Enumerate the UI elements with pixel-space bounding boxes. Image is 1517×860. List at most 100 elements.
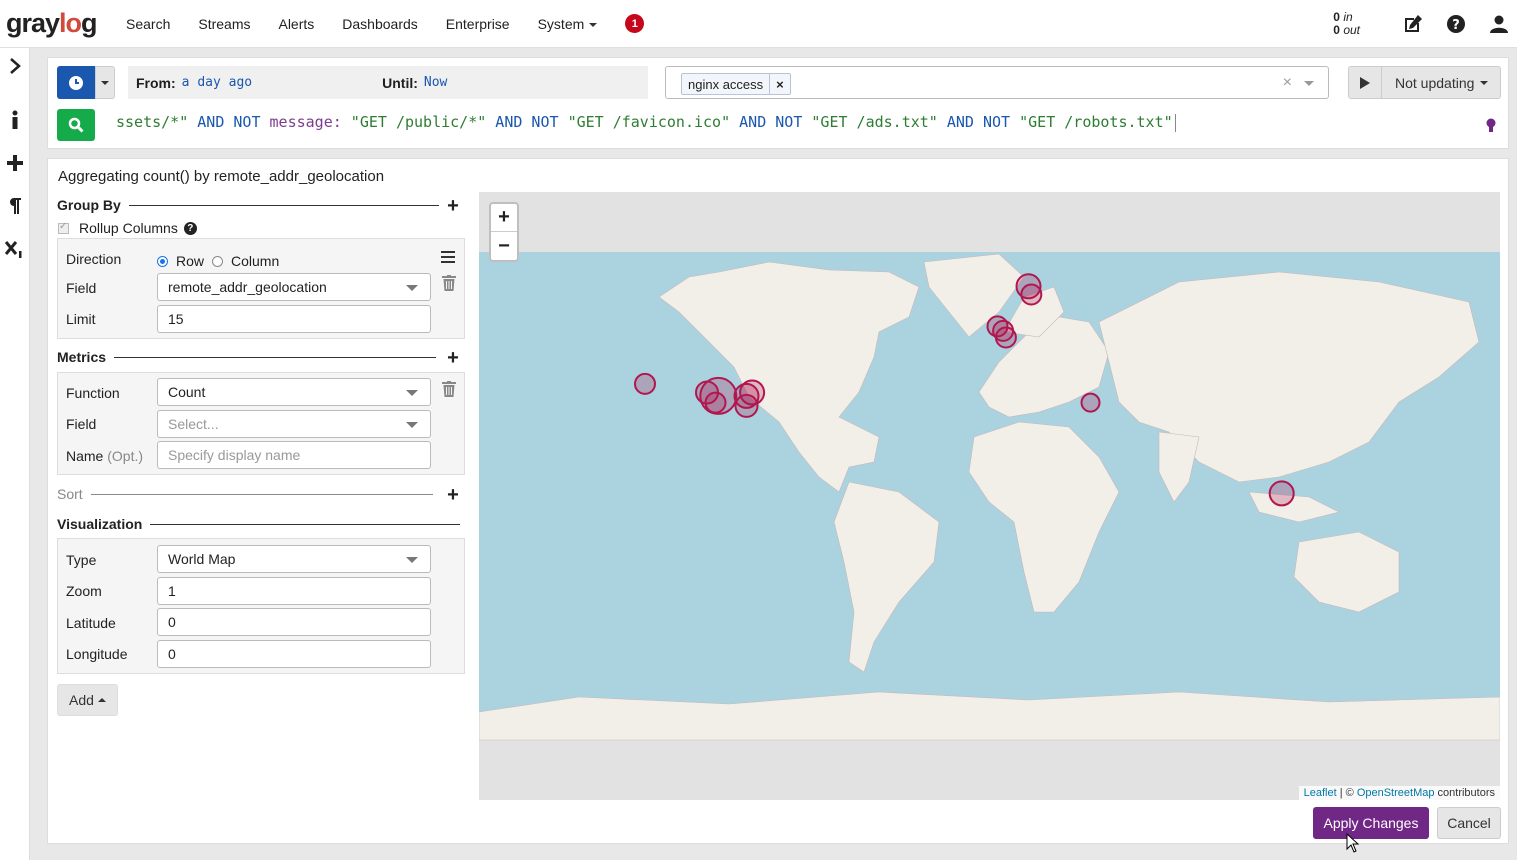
visualization-label: Visualization	[57, 516, 143, 532]
longitude-value: 0	[168, 646, 176, 662]
zoom-out-button[interactable]: −	[491, 232, 517, 260]
cancel-button[interactable]: Cancel	[1437, 807, 1501, 839]
chevron-down-icon	[101, 80, 109, 85]
chevron-down-icon	[406, 285, 418, 291]
chevron-down-icon	[1480, 81, 1488, 85]
map-marker[interactable]	[734, 393, 759, 418]
map-marker[interactable]	[704, 391, 727, 414]
remove-stream-icon[interactable]: ×	[769, 74, 790, 94]
visualization-type-value: World Map	[168, 551, 236, 567]
add-sort-plus-icon[interactable]: +	[445, 485, 461, 505]
paragraph-icon[interactable]	[4, 195, 26, 217]
graylog-logo[interactable]: gray lo g	[0, 8, 108, 39]
visualization-type-select[interactable]: World Map	[157, 545, 431, 573]
clear-streams-icon[interactable]: ×	[1283, 74, 1292, 92]
latitude-label: Latitude	[66, 615, 116, 631]
nav-system-label: System	[537, 15, 585, 32]
help-icon[interactable]: ?	[183, 221, 197, 235]
chevron-down-icon	[406, 557, 418, 563]
nav-item-system[interactable]: System	[524, 16, 612, 32]
limit-value: 15	[168, 311, 184, 327]
search-query-input[interactable]: ssets/*" AND NOT message: "GET /public/*…	[116, 113, 1496, 137]
time-range-type-button[interactable]	[57, 66, 95, 99]
query-token: ssets/*"	[116, 113, 189, 131]
world-map[interactable]: + − Leaflet | © OpenStreetMap contributo…	[479, 192, 1500, 800]
group-by-heading: Group By	[57, 197, 439, 213]
group-field-select[interactable]: remote_addr_geolocation	[157, 273, 431, 301]
clock-icon	[69, 75, 83, 90]
nav-item-alerts[interactable]: Alerts	[264, 16, 328, 32]
leaflet-link[interactable]: Leaflet	[1304, 787, 1337, 799]
nav-item-dashboards[interactable]: Dashboards	[328, 16, 432, 32]
map-marker[interactable]	[994, 326, 1017, 349]
refresh-control[interactable]: Not updating	[1348, 66, 1501, 99]
display-name-input[interactable]: Specify display name	[157, 441, 431, 469]
map-marker[interactable]	[634, 372, 656, 395]
chevron-down-icon	[589, 22, 598, 27]
time-range-dropdown[interactable]	[95, 66, 115, 99]
metric-field-placeholder: Select...	[168, 416, 219, 432]
metric-field-select[interactable]: Select...	[157, 410, 431, 438]
info-icon[interactable]	[4, 109, 26, 131]
map-marker[interactable]	[1080, 392, 1101, 413]
zoom-input[interactable]: 1	[157, 577, 431, 605]
subscript-icon[interactable]	[4, 238, 26, 260]
play-icon[interactable]	[1349, 67, 1382, 98]
map-zoom-control: + −	[489, 202, 519, 262]
chevron-down-icon	[406, 390, 418, 396]
group-by-box: Direction Row Column Field remote_addr_g…	[57, 238, 465, 339]
latitude-input[interactable]: 0	[157, 608, 431, 636]
create-plus-icon[interactable]	[4, 152, 26, 174]
limit-input[interactable]: 15	[157, 305, 431, 333]
longitude-label: Longitude	[66, 646, 128, 662]
streams-filter[interactable]: nginx access × ×	[665, 66, 1329, 99]
widget-edit-panel: Aggregating count() by remote_addr_geolo…	[47, 158, 1509, 844]
add-metric-plus-icon[interactable]: +	[445, 348, 461, 368]
svg-text:?: ?	[1452, 18, 1460, 33]
function-select[interactable]: Count	[157, 378, 431, 406]
chevron-down-icon[interactable]	[1304, 81, 1314, 86]
time-range-display[interactable]: From: a day ago Until: Now	[128, 66, 648, 99]
expand-sidebar-icon[interactable]	[4, 55, 26, 77]
query-token: message:	[269, 113, 342, 131]
zoom-in-button[interactable]: +	[491, 204, 517, 232]
rollup-columns-row[interactable]: Rollup Columns ?	[58, 220, 197, 236]
nav-item-search[interactable]: Search	[112, 16, 184, 32]
add-button[interactable]: Add	[57, 684, 118, 716]
top-navbar: gray lo g Search Streams Alerts Dashboards…	[0, 0, 1517, 48]
help-icon[interactable]: ?	[1444, 12, 1468, 36]
map-canvas[interactable]	[479, 192, 1500, 800]
drag-handle-icon[interactable]	[441, 251, 455, 266]
stream-tag-label: nginx access	[688, 76, 764, 92]
query-token: AND NOT	[937, 113, 1020, 131]
function-label: Function	[66, 385, 120, 401]
chevron-down-icon	[406, 422, 418, 428]
user-icon[interactable]	[1487, 12, 1511, 36]
throughput-indicator[interactable]: 0 in 0 out	[1333, 11, 1360, 37]
scratchpad-edit-icon[interactable]	[1401, 12, 1425, 36]
trash-icon[interactable]	[442, 381, 456, 397]
direction-column-radio[interactable]: Column	[212, 253, 279, 269]
nav-right: 0 in 0 out ?	[1333, 0, 1511, 48]
map-marker[interactable]	[1268, 480, 1295, 507]
nav-item-enterprise[interactable]: Enterprise	[432, 16, 524, 32]
rollup-columns-checkbox[interactable]	[58, 221, 69, 234]
zoom-value: 1	[168, 583, 176, 599]
lightbulb-icon[interactable]	[1486, 118, 1496, 137]
osm-link[interactable]: OpenStreetMap	[1357, 787, 1435, 799]
query-token: AND NOT	[486, 113, 568, 131]
add-grouping-plus-icon[interactable]: +	[445, 196, 461, 216]
search-button[interactable]	[57, 109, 95, 141]
trash-icon[interactable]	[442, 275, 456, 291]
rollup-columns-label: Rollup Columns	[79, 220, 178, 236]
query-token: "GET /robots.txt"	[1019, 113, 1173, 131]
query-token: "GET /ads.txt"	[811, 113, 938, 131]
direction-row-radio[interactable]: Row	[157, 253, 204, 269]
notifications-badge[interactable]: 1	[625, 14, 645, 33]
until-value: Now	[423, 75, 448, 90]
nav-item-streams[interactable]: Streams	[184, 16, 264, 32]
apply-changes-button[interactable]: Apply Changes	[1313, 807, 1429, 839]
longitude-input[interactable]: 0	[157, 640, 431, 668]
map-marker[interactable]	[1020, 283, 1043, 306]
direction-column-label: Column	[231, 253, 280, 269]
